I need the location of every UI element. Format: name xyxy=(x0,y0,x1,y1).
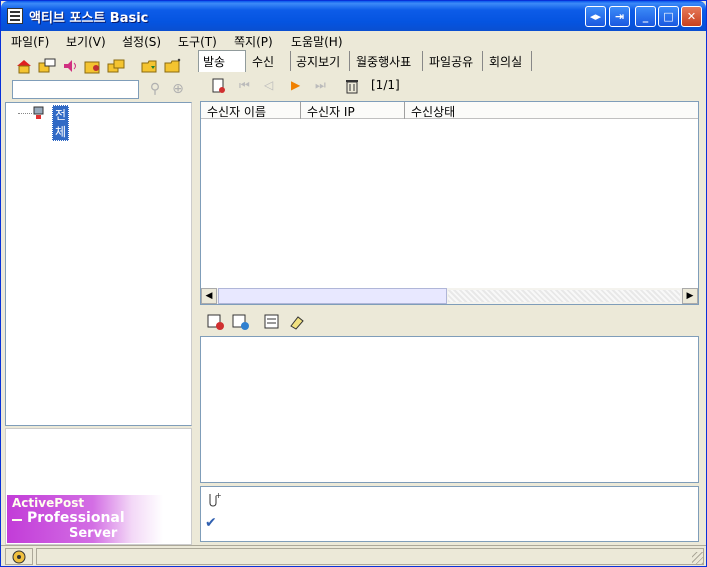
tab-notice[interactable]: 공지보기 xyxy=(296,51,350,71)
tree-connector xyxy=(18,113,32,114)
search-icon[interactable]: ⚲ xyxy=(147,81,163,97)
title-bar[interactable]: 액티브 포스트 Basic ◂▸ ⇥ _ □ ✕ xyxy=(1,1,706,31)
menu-view[interactable]: 보기(V) xyxy=(66,33,106,50)
last-page-icon[interactable]: ⏭ xyxy=(315,78,331,94)
tab-notice-label: 공지보기 xyxy=(296,55,341,69)
folder-new-icon[interactable] xyxy=(164,58,182,74)
message-compose-toolbar xyxy=(201,309,699,335)
close-button[interactable]: ✕ xyxy=(681,6,702,27)
home-icon[interactable] xyxy=(15,58,33,74)
tree-root-label[interactable]: 전체 xyxy=(52,105,70,141)
column-recipient-ip[interactable]: 수신자 IP xyxy=(301,102,405,119)
speaker-icon[interactable] xyxy=(61,58,79,74)
status-icon-cell xyxy=(5,548,33,565)
folder-user-icon[interactable] xyxy=(84,58,102,74)
status-text-cell xyxy=(36,548,704,565)
prev-page-icon[interactable]: ◁ xyxy=(264,78,280,94)
scheduled-send-icon[interactable] xyxy=(232,313,249,330)
tab-send[interactable]: 발송 xyxy=(198,50,246,72)
user-status-icon[interactable] xyxy=(12,550,26,564)
main-window: 액티브 포스트 Basic ◂▸ ⇥ _ □ ✕ 파일(F) 보기(V) 설정(… xyxy=(0,0,707,567)
minimize-button[interactable]: _ xyxy=(635,6,656,27)
tab-send-label: 발송 xyxy=(203,55,226,69)
tab-file-share[interactable]: 파일공유 xyxy=(429,51,483,71)
scroll-right-button[interactable]: ▶ xyxy=(682,288,698,304)
column-recipient-name[interactable]: 수신자 이름 xyxy=(201,102,301,119)
scroll-thumb[interactable] xyxy=(218,288,447,304)
menu-help[interactable]: 도움말(H) xyxy=(291,33,343,50)
attachment-panel[interactable]: + ✔ xyxy=(200,486,699,542)
status-bar xyxy=(1,545,706,566)
computer-group-icon xyxy=(33,106,47,120)
check-icon[interactable]: ✔ xyxy=(205,515,221,531)
send-message-icon[interactable] xyxy=(207,313,224,330)
user-tree-panel[interactable]: 전체 xyxy=(5,102,192,426)
tab-meeting-room-label: 회의실 xyxy=(489,55,523,69)
app-icon[interactable] xyxy=(7,8,23,24)
resize-grip[interactable] xyxy=(692,552,704,564)
next-page-icon[interactable]: ▶ xyxy=(291,78,307,94)
horizontal-scrollbar[interactable]: ◀ ▶ xyxy=(201,288,698,304)
tab-receive-label: 수신 xyxy=(252,55,275,69)
switch-mode-button[interactable]: ⇥ xyxy=(609,6,630,27)
trash-icon[interactable] xyxy=(344,78,360,94)
tab-receive[interactable]: 수신 xyxy=(248,51,291,71)
maximize-button[interactable]: □ xyxy=(658,6,679,27)
banner-edition: Professional xyxy=(27,510,125,526)
info-panel: ActivePost Professional Server xyxy=(5,428,192,545)
attach-file-icon[interactable]: + xyxy=(205,491,222,507)
recipient-list[interactable]: 수신자 이름 수신자 IP 수신상태 ◀ ▶ xyxy=(200,101,699,305)
tab-monthly-events-label: 월중행사표 xyxy=(356,55,412,69)
tab-monthly-events[interactable]: 월중행사표 xyxy=(356,51,423,71)
banner-dash xyxy=(12,519,22,521)
banner-brand: ActivePost xyxy=(12,496,85,510)
scroll-left-button[interactable]: ◀ xyxy=(201,288,217,304)
menu-messages[interactable]: 쪽지(P) xyxy=(234,33,273,50)
product-banner: ActivePost Professional Server xyxy=(7,495,163,543)
message-list-toolbar: ⏮ ◁ ▶ ⏭ [1/1] xyxy=(201,74,699,98)
tab-meeting-room[interactable]: 회의실 xyxy=(489,51,532,71)
scroll-track[interactable] xyxy=(448,290,680,302)
svg-text:+: + xyxy=(215,491,221,500)
open-folder-icon[interactable] xyxy=(141,58,159,74)
first-page-icon[interactable]: ⏮ xyxy=(239,78,255,94)
message-body-input[interactable] xyxy=(200,336,699,483)
zoom-in-icon[interactable]: ⊕ xyxy=(170,81,186,97)
column-recipient-status[interactable]: 수신상태 xyxy=(405,102,698,119)
column-recipient-status-label: 수신상태 xyxy=(411,105,456,119)
menu-bar: 파일(F) 보기(V) 설정(S) 도구(T) 쪽지(P) 도움말(H) xyxy=(1,31,706,50)
search-input[interactable] xyxy=(12,80,139,99)
group-chat-icon[interactable] xyxy=(107,58,125,74)
window-title: 액티브 포스트 Basic xyxy=(29,11,149,26)
column-recipient-name-label: 수신자 이름 xyxy=(207,105,267,119)
column-recipient-ip-label: 수신자 IP xyxy=(307,105,355,119)
new-message-icon[interactable] xyxy=(211,78,227,94)
menu-tools[interactable]: 도구(T) xyxy=(178,33,217,50)
banner-type: Server xyxy=(69,526,118,541)
eraser-icon[interactable] xyxy=(289,314,305,330)
message-users-icon[interactable] xyxy=(38,58,56,74)
page-indicator: [1/1] xyxy=(371,78,400,92)
list-header: 수신자 이름 수신자 IP 수신상태 xyxy=(201,102,698,119)
menu-file[interactable]: 파일(F) xyxy=(11,33,49,50)
tab-file-share-label: 파일공유 xyxy=(429,55,474,69)
menu-settings[interactable]: 설정(S) xyxy=(122,33,161,50)
form-icon[interactable] xyxy=(264,314,280,330)
restore-view-button[interactable]: ◂▸ xyxy=(585,6,606,27)
